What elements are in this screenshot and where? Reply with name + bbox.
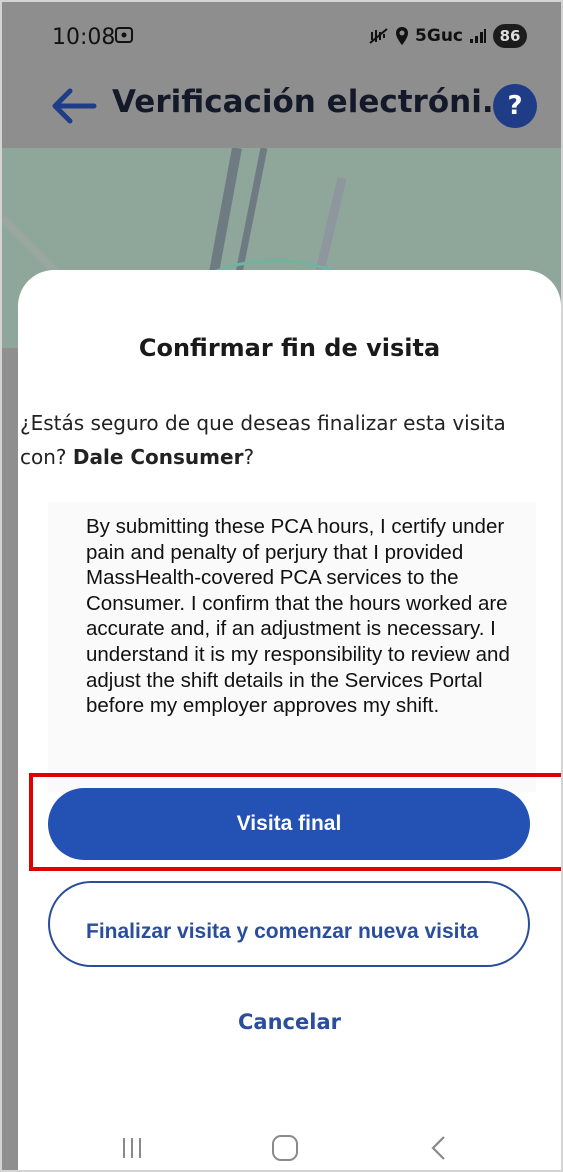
certification-text: By submitting these PCA hours, I certify… [48,502,536,792]
app-bar: Verificación electróni... ? [2,68,561,148]
end-and-start-new-visit-button[interactable]: Finalizar visita y comenzar nueva visita [48,881,530,967]
end-visit-button[interactable]: Visita final [48,788,530,860]
signal-icon [470,29,486,43]
app-title: Verificación electróni... [112,84,518,120]
screen-recorder-icon [114,26,134,49]
location-icon [396,27,409,45]
confirm-end-visit-sheet: Confirmar fin de visita ¿Estás seguro de… [18,270,561,1170]
battery-indicator: 86 [493,24,527,48]
recents-icon[interactable] [123,1138,145,1160]
chevron-left-icon[interactable] [427,1134,451,1162]
mute-vibrate-icon [369,28,388,44]
dialog-title: Confirmar fin de visita [138,334,441,362]
arrow-left-icon[interactable] [50,86,98,126]
home-icon[interactable] [272,1135,298,1161]
question-mark-icon[interactable]: ? [493,84,537,128]
status-bar: 10:08 5Guc 86 [2,2,561,68]
consumer-name: Dale Consumer [72,445,244,469]
question-suffix: ? [243,445,255,469]
status-icons: 5Guc 86 [369,24,527,48]
cancel-button[interactable]: Cancelar [18,1010,561,1034]
status-time: 10:08 [52,25,116,50]
network-type: 5Guc [415,26,463,46]
phone-screen: 10:08 5Guc 86 Verificación electróni... … [0,0,563,1172]
system-nav-bar [2,1124,561,1170]
confirm-question: ¿Estás seguro de que deseas finalizar es… [20,406,520,474]
